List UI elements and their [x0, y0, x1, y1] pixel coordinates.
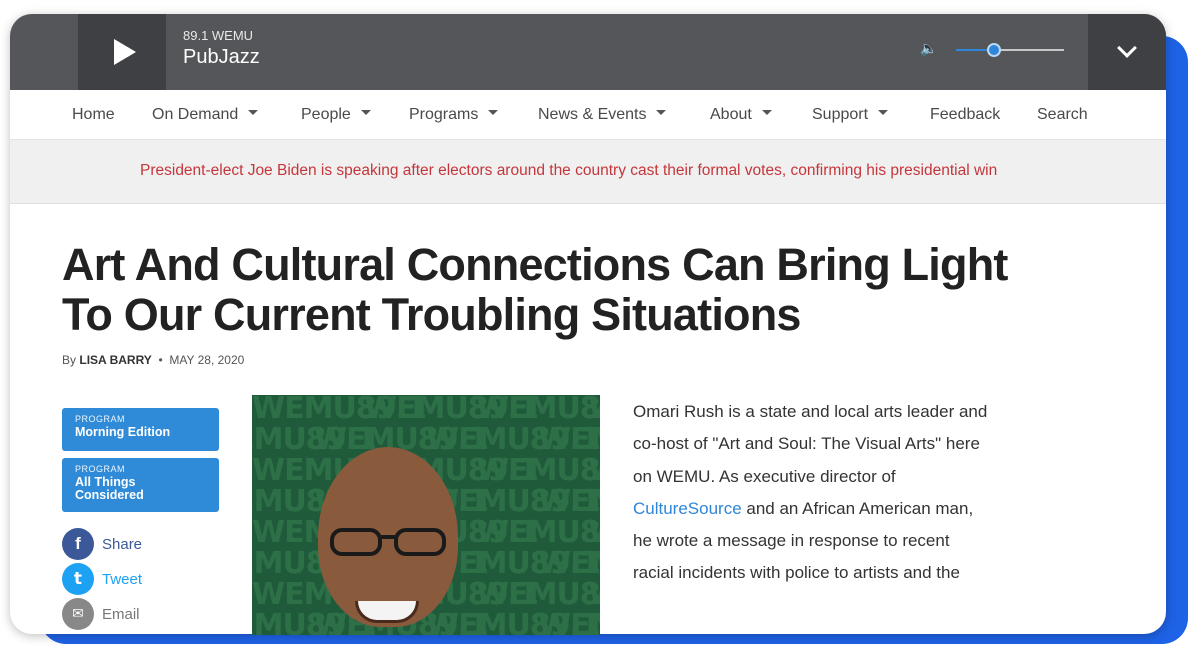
nav-item-label: Support — [812, 106, 869, 123]
program-kicker: PROGRAM — [75, 414, 126, 424]
stream-name: PubJazz — [183, 46, 260, 68]
caret-down-icon — [488, 110, 499, 116]
photo-watermark: WEMU89.1 — [588, 577, 600, 612]
caret-down-icon — [656, 110, 667, 116]
nav-item-label: Search — [1037, 106, 1088, 123]
article-body: Omari Rush is a state and local arts lea… — [633, 396, 993, 590]
photo-watermark: WEMU89.1 — [538, 422, 600, 457]
share-facebook-button[interactable]: f Share — [62, 528, 142, 560]
station-name: 89.1 WEMU — [183, 28, 254, 43]
nav-item-label: Home — [72, 106, 115, 123]
caret-down-icon — [761, 110, 772, 116]
article-text: Omari Rush is a state and local arts lea… — [633, 402, 988, 486]
breaking-news-banner: President-elect Joe Biden is speaking af… — [10, 140, 1166, 204]
nav-item-home[interactable]: Home — [72, 106, 115, 124]
twitter-icon: t — [62, 563, 94, 595]
article-title: Art And Cultural Connections Can Bring L… — [62, 240, 1142, 340]
nav-item-about[interactable]: About — [710, 106, 772, 124]
caret-down-icon — [878, 110, 889, 116]
caret-down-icon — [248, 110, 259, 116]
nav-item-label: Feedback — [930, 106, 1001, 123]
nav-item-search[interactable]: Search — [1037, 106, 1088, 124]
byline-separator: • — [158, 353, 163, 367]
volume-icon[interactable]: 🔈 — [920, 40, 937, 57]
share-label: Email — [102, 605, 140, 623]
nav-item-on-demand[interactable]: On Demand — [152, 106, 259, 124]
program-tag-all-things-considered[interactable]: PROGRAM All Things Considered — [62, 458, 219, 512]
email-icon: ✉ — [62, 598, 94, 630]
program-name: Morning Edition — [75, 425, 171, 439]
photo-watermark: WEMU89.1 — [476, 453, 600, 488]
photo-watermark: WEMU89.1 — [538, 608, 600, 635]
expand-player-button[interactable] — [1088, 14, 1166, 90]
article-photo: WEMU89.1WEMU89.1WEMU89.1WEMU89.1WEMU89.1… — [252, 395, 600, 635]
photo-watermark: WEMU89.1 — [588, 515, 600, 550]
nav-item-label: News & Events — [538, 106, 647, 123]
photo-watermark: WEMU89.1 — [476, 515, 600, 550]
article-title-line: To Our Current Troubling Situations — [62, 289, 801, 340]
share-twitter-button[interactable]: t Tweet — [62, 563, 142, 595]
share-label: Share — [102, 535, 143, 553]
facebook-icon: f — [62, 528, 94, 560]
photo-watermark: WEMU89.1 — [538, 546, 600, 581]
glasses-shape — [330, 528, 446, 556]
author-link[interactable]: Lisa Barry — [79, 353, 151, 367]
nav-item-news-events[interactable]: News & Events — [538, 106, 667, 124]
culturesource-link[interactable]: CultureSource — [633, 499, 742, 518]
volume-slider[interactable] — [956, 43, 1064, 57]
caret-down-icon — [360, 110, 371, 116]
nav-item-label: Programs — [409, 106, 479, 123]
nav-item-label: About — [710, 106, 752, 123]
share-email-button[interactable]: ✉ Email — [62, 598, 140, 630]
nav-item-support[interactable]: Support — [812, 106, 889, 124]
byline-prefix: By — [62, 353, 77, 367]
audio-player: 89.1 WEMU PubJazz 🔈 — [10, 14, 1166, 90]
chevron-down-icon — [1117, 38, 1137, 58]
article-title-line: Art And Cultural Connections Can Bring L… — [62, 239, 1008, 290]
nav-item-label: On Demand — [152, 106, 239, 123]
main-nav: Home On Demand People Programs News & Ev… — [10, 90, 1166, 140]
breaking-news-link[interactable]: President-elect Joe Biden is speaking af… — [140, 162, 997, 180]
nav-item-people[interactable]: People — [301, 106, 371, 124]
photo-watermark: WEMU89.1 — [476, 577, 600, 612]
nav-item-programs[interactable]: Programs — [409, 106, 499, 124]
play-icon — [114, 39, 136, 65]
program-kicker: PROGRAM — [75, 464, 126, 474]
volume-thumb[interactable] — [986, 43, 1001, 57]
publish-date: MAY 28, 2020 — [169, 353, 245, 367]
program-name-line: Considered — [75, 488, 144, 502]
byline: By Lisa Barry • MAY 28, 2020 — [62, 353, 244, 367]
nav-item-label: People — [301, 106, 351, 123]
nav-item-feedback[interactable]: Feedback — [930, 106, 1000, 124]
play-button[interactable] — [78, 14, 166, 90]
program-name: All Things Considered — [75, 476, 219, 502]
program-tag-morning-edition[interactable]: PROGRAM Morning Edition — [62, 408, 219, 451]
share-label: Tweet — [102, 570, 143, 588]
photo-watermark: WEMU89.1 — [588, 453, 600, 488]
program-name-line: All Things — [75, 475, 136, 489]
photo-watermark: WEMU89.1 — [538, 484, 600, 519]
